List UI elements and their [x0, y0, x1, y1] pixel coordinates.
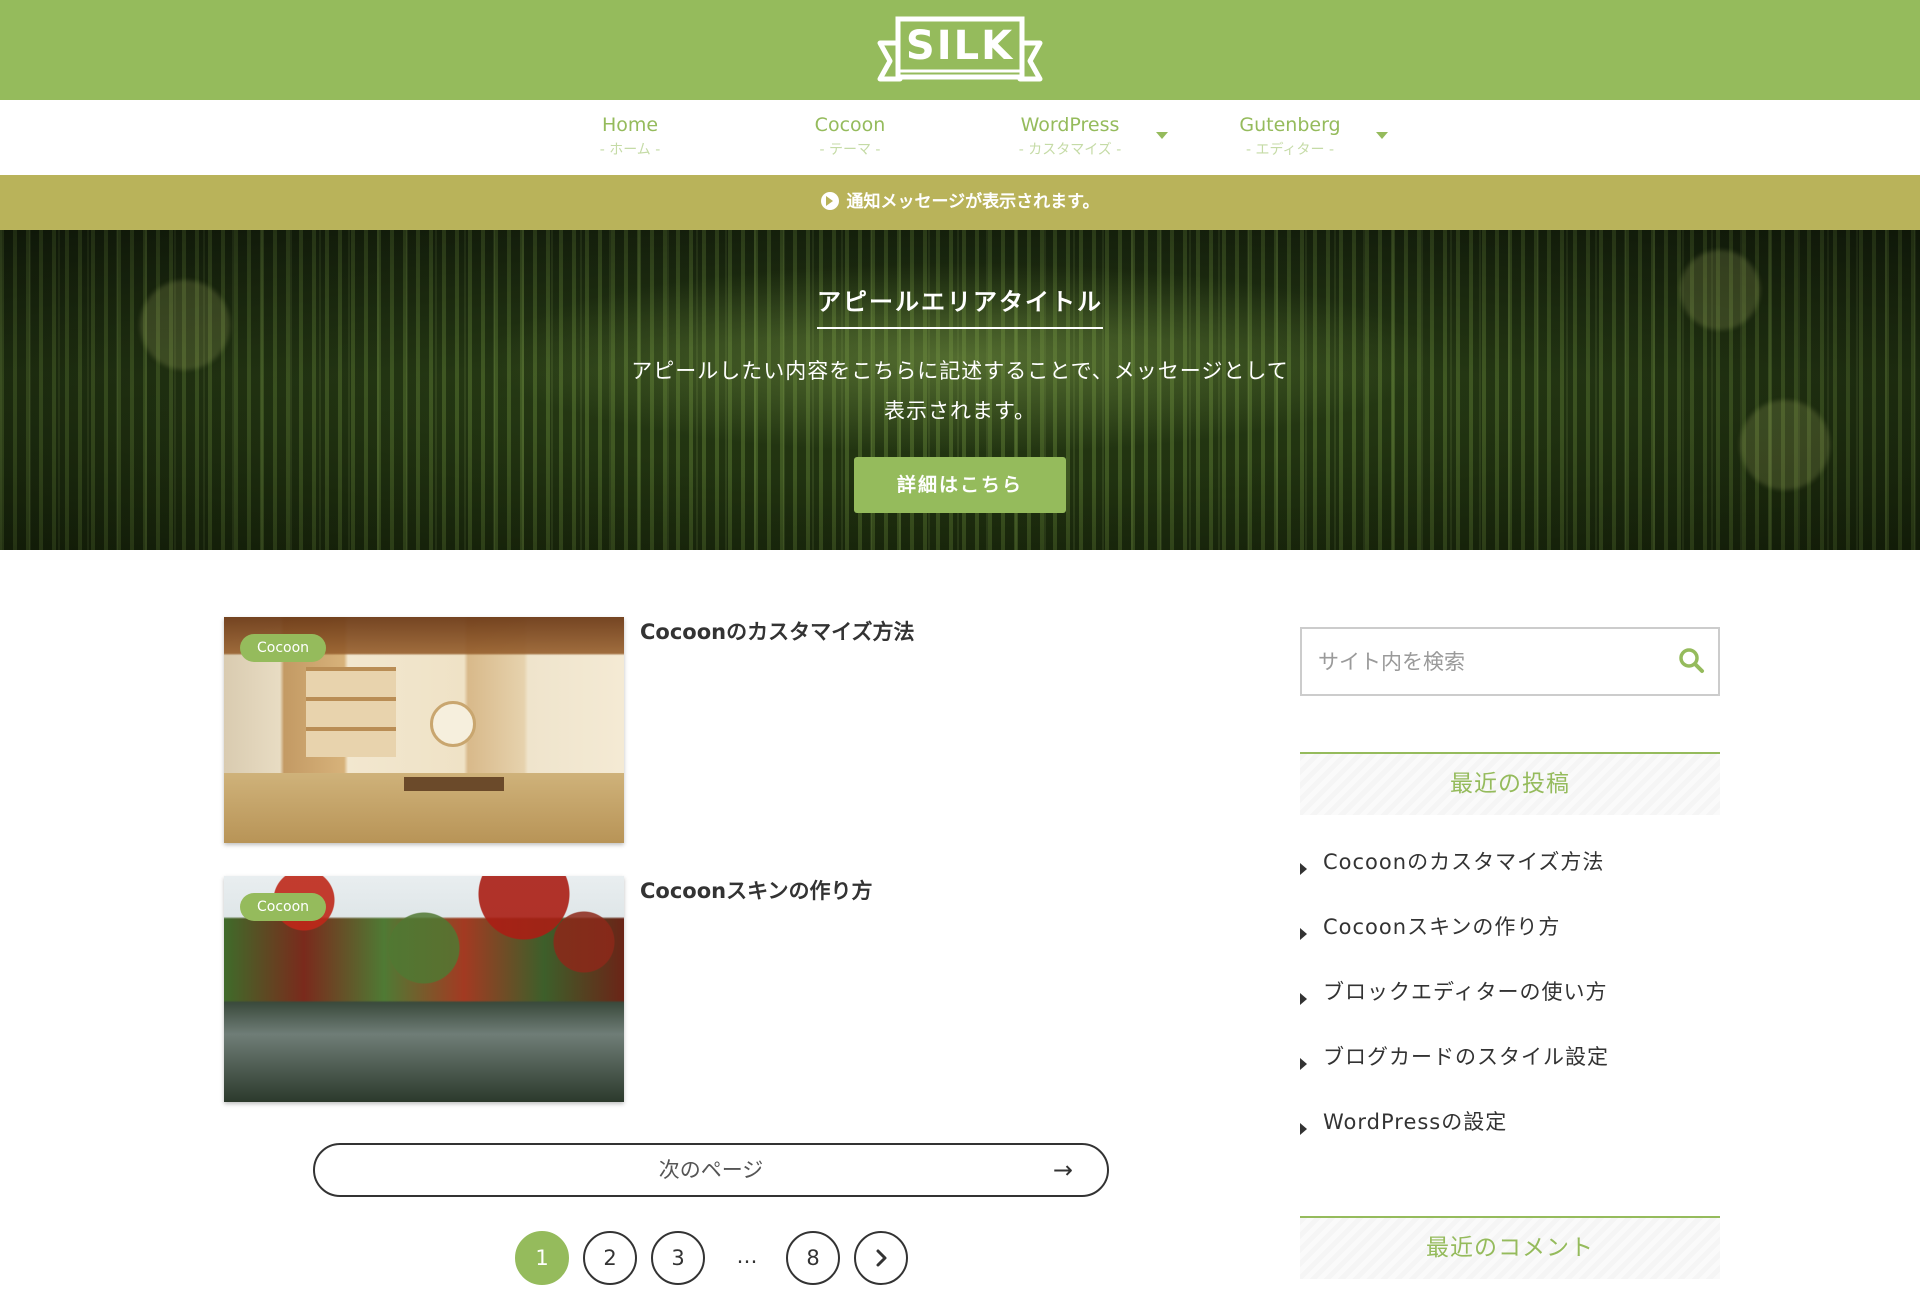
page-number-current[interactable]: 1	[515, 1231, 569, 1285]
notice-text: 通知メッセージが表示されます。	[846, 192, 1100, 212]
chevron-right-icon[interactable]	[854, 1231, 908, 1285]
category-label[interactable]: Cocoon	[240, 634, 327, 662]
recent-post-link[interactable]: ブログカードのスタイル設定	[1323, 1042, 1609, 1072]
category-label[interactable]: Cocoon	[240, 893, 327, 921]
recent-posts-title: 最近の投稿	[1300, 752, 1720, 815]
page-number[interactable]: 2	[583, 1231, 637, 1285]
appeal-area: アピールエリアタイトル アピールしたい内容をこちらに記述することで、メッセージと…	[0, 230, 1920, 550]
notice-bar: 通知メッセージが表示されます。	[0, 175, 1920, 230]
caret-right-icon	[1300, 993, 1307, 1005]
arrow-circle-right-icon	[820, 192, 839, 210]
chevron-down-icon[interactable]	[1156, 132, 1168, 139]
nav-item-wordpress[interactable]: WordPress - カスタマイズ -	[970, 112, 1170, 160]
logo-text: SILK	[905, 23, 1015, 69]
post-title[interactable]: Cocoonスキンの作り方	[640, 876, 872, 906]
recent-post-item[interactable]: Cocoonスキンの作り方	[1300, 912, 1720, 977]
next-page-label: 次のページ	[658, 1158, 764, 1182]
nav-item-sublabel: - テーマ -	[819, 142, 881, 158]
page-number[interactable]: 3	[651, 1231, 705, 1285]
appeal-title: アピールエリアタイトル	[817, 282, 1103, 329]
search-icon[interactable]	[1676, 645, 1708, 677]
recent-posts-list: Cocoonのカスタマイズ方法 Cocoonスキンの作り方 ブロックエディターの…	[1300, 847, 1720, 1172]
recent-post-item[interactable]: ブロックエディターの使い方	[1300, 977, 1720, 1042]
thumbnail-detail	[306, 667, 396, 757]
nav-item-sublabel: - カスタマイズ -	[1018, 142, 1122, 158]
recent-post-link[interactable]: Cocoonのカスタマイズ方法	[1323, 847, 1604, 877]
recent-post-link[interactable]: ブロックエディターの使い方	[1323, 977, 1608, 1007]
caret-right-icon	[1300, 1123, 1307, 1135]
page-ellipsis: …	[736, 1244, 758, 1268]
arrow-right-icon: →	[1052, 1156, 1073, 1184]
post-thumbnail[interactable]: Cocoon	[224, 617, 624, 843]
search-input[interactable]	[1302, 629, 1662, 694]
post-card[interactable]: Cocoon Cocoonのカスタマイズ方法	[224, 617, 1124, 843]
site-logo[interactable]: SILK	[876, 13, 1044, 89]
post-list: Cocoon Cocoonのカスタマイズ方法 Cocoon Cocoonスキンの…	[224, 617, 1124, 1135]
recent-post-item[interactable]: Cocoonのカスタマイズ方法	[1300, 847, 1720, 912]
nav-item-gutenberg[interactable]: Gutenberg - エディター -	[1190, 112, 1390, 160]
caret-right-icon	[1300, 928, 1307, 940]
thumbnail-detail	[404, 777, 504, 791]
recent-post-link[interactable]: Cocoonスキンの作り方	[1323, 912, 1560, 942]
recent-comments-title: 最近のコメント	[1300, 1216, 1720, 1279]
chevron-down-icon[interactable]	[1376, 132, 1388, 139]
nav-item-home[interactable]: Home - ホーム -	[530, 112, 730, 160]
nav-item-label: Gutenberg	[1239, 114, 1341, 136]
recent-post-item[interactable]: WordPressの設定	[1300, 1107, 1720, 1172]
appeal-content: アピールエリアタイトル アピールしたい内容をこちらに記述することで、メッセージと…	[0, 230, 1920, 513]
appeal-details-button[interactable]: 詳細はこちら	[854, 457, 1066, 513]
caret-right-icon	[1300, 1058, 1307, 1070]
recent-post-link[interactable]: WordPressの設定	[1323, 1107, 1507, 1137]
post-card[interactable]: Cocoon Cocoonスキンの作り方	[224, 876, 1124, 1102]
appeal-message: アピールしたい内容をこちらに記述することで、メッセージとして表示されます。	[631, 359, 1289, 423]
thumbnail-detail	[430, 701, 476, 747]
nav-item-label: Cocoon	[814, 114, 886, 136]
caret-right-icon	[1300, 863, 1307, 875]
page-number[interactable]: 8	[786, 1231, 840, 1285]
global-nav: Home - ホーム - Cocoon - テーマ - WordPress - …	[0, 100, 1920, 175]
next-page-button[interactable]: 次のページ →	[313, 1143, 1109, 1197]
nav-item-cocoon[interactable]: Cocoon - テーマ -	[750, 112, 950, 160]
nav-item-label: Home	[601, 114, 659, 136]
nav-item-sublabel: - エディター -	[1245, 142, 1335, 158]
site-header: SILK	[0, 0, 1920, 100]
post-title[interactable]: Cocoonのカスタマイズ方法	[640, 617, 914, 647]
recent-post-item[interactable]: ブログカードのスタイル設定	[1300, 1042, 1720, 1107]
sidebar-search	[1300, 627, 1720, 696]
nav-item-label: WordPress	[1020, 114, 1120, 136]
post-thumbnail[interactable]: Cocoon	[224, 876, 624, 1102]
nav-item-sublabel: - ホーム -	[599, 142, 661, 158]
